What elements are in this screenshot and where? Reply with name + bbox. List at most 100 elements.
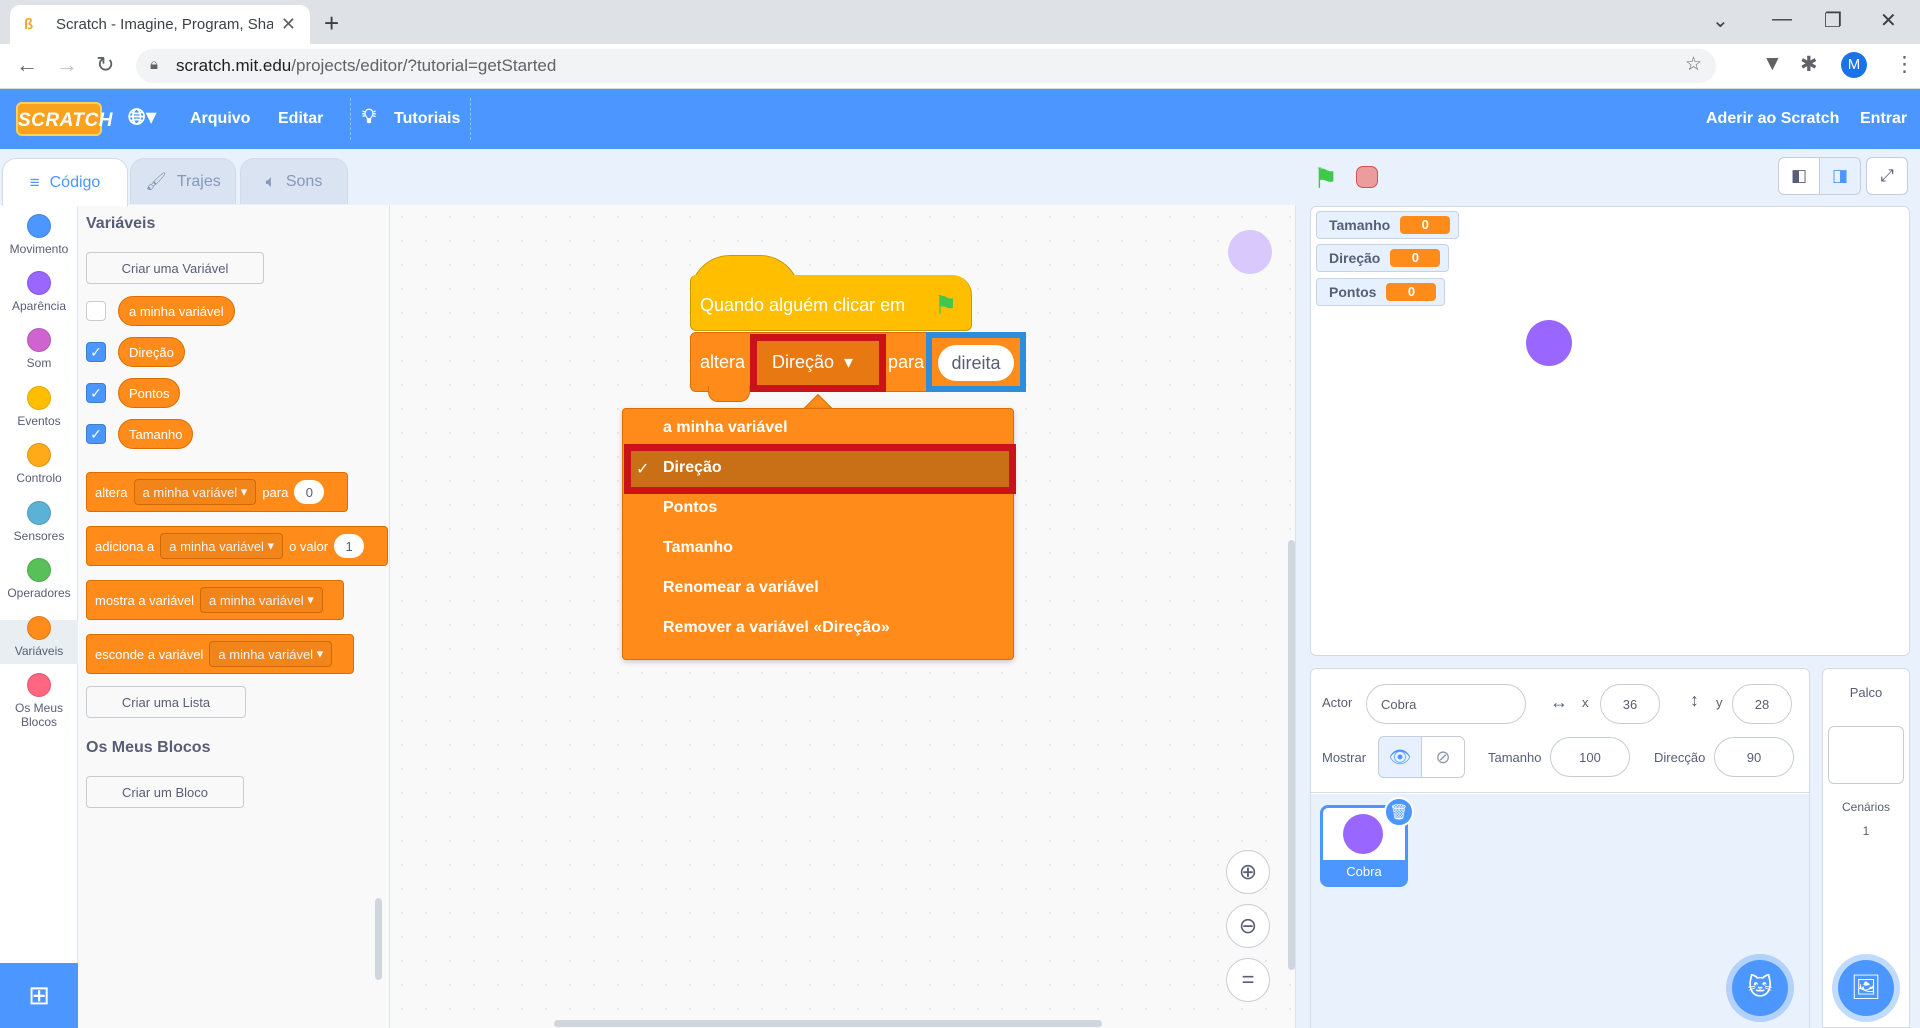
category-looks[interactable]: Aparência: [0, 271, 78, 313]
variable-dropdown[interactable]: a minha variável ▾: [160, 533, 284, 559]
variable-reporter[interactable]: Direção: [118, 337, 185, 367]
variable-dropdown[interactable]: a minha variável ▾: [209, 641, 333, 667]
add-sprite-button[interactable]: 🐱︎: [1732, 960, 1788, 1016]
bookmark-star-icon[interactable]: ☆: [1685, 53, 1702, 76]
zoom-in-icon: ⊕: [1238, 859, 1258, 884]
dropdown-item[interactable]: Tamanho: [663, 539, 733, 557]
category-my-blocks[interactable]: Os Meus Blocos: [0, 673, 78, 729]
variable-checkbox[interactable]: ✓: [86, 383, 106, 403]
menu-edit[interactable]: Editar: [278, 110, 323, 128]
back-icon[interactable]: ←: [16, 52, 38, 78]
stage-sprite[interactable]: [1526, 320, 1572, 366]
show-variable-block[interactable]: mostra a variável a minha variável ▾: [86, 580, 344, 620]
stop-button[interactable]: [1356, 166, 1378, 188]
new-tab-icon[interactable]: +: [324, 8, 339, 39]
workspace-horizontal-scrollbar[interactable]: [554, 1020, 1102, 1027]
dropdown-item[interactable]: Pontos: [663, 499, 717, 517]
scratch-logo[interactable]: SCRATCH: [16, 102, 112, 136]
category-variables[interactable]: Variáveis: [0, 616, 78, 658]
hide-variable-block[interactable]: esconde a variável a minha variável ▾: [86, 634, 354, 674]
hide-sprite-button[interactable]: ⊘: [1421, 736, 1465, 778]
close-window-icon[interactable]: ✕: [1880, 8, 1897, 33]
category-operators[interactable]: Operadores: [0, 558, 78, 600]
tab-code[interactable]: ≡ Código: [2, 158, 128, 206]
stage-thumbnail[interactable]: [1828, 726, 1904, 784]
tab-sounds[interactable]: 🔈︎ Sons: [240, 158, 348, 204]
category-dot: [27, 214, 51, 238]
paintbrush-icon: 🖌︎: [145, 171, 167, 191]
workspace-vertical-scrollbar[interactable]: [1288, 540, 1295, 970]
zoom-out-button[interactable]: ⊖: [1226, 904, 1270, 948]
minimize-icon[interactable]: —: [1772, 8, 1792, 31]
variable-dropdown[interactable]: a minha variável ▾: [133, 479, 257, 505]
close-tab-icon[interactable]: ✕: [281, 14, 296, 35]
value-input[interactable]: direita: [938, 345, 1014, 381]
menu-file[interactable]: Arquivo: [190, 110, 250, 128]
tutorials-bulb-icon[interactable]: 💡︎: [362, 106, 376, 129]
variable-checkbox[interactable]: [86, 301, 106, 321]
tab-costumes[interactable]: 🖌︎ Trajes: [130, 158, 236, 204]
make-variable-button[interactable]: Criar uma Variável: [86, 252, 264, 284]
browser-menu-icon[interactable]: ⋮: [1894, 52, 1915, 77]
variable-reporter[interactable]: Pontos: [118, 378, 181, 408]
y-arrows-icon: ↕: [1690, 690, 1699, 710]
sign-in-link[interactable]: Entrar: [1860, 110, 1907, 128]
show-sprite-button[interactable]: 👁︎: [1378, 736, 1422, 778]
stage[interactable]: [1310, 206, 1910, 656]
language-globe-icon[interactable]: 🌐︎▾: [128, 104, 157, 130]
dropdown-item-delete[interactable]: Remover a variável «Direção»: [663, 619, 890, 637]
variable-checkbox[interactable]: ✓: [86, 424, 106, 444]
variable-checkbox[interactable]: ✓: [86, 342, 106, 362]
menu-tutorials[interactable]: Tutoriais: [394, 110, 460, 128]
variable-monitor[interactable]: Tamanho 0: [1316, 211, 1460, 239]
large-stage-button[interactable]: ◨: [1819, 157, 1861, 195]
small-stage-button[interactable]: ◧: [1778, 157, 1820, 195]
address-bar[interactable]: 🔒︎ scratch.mit.edu/projects/editor/?tuto…: [136, 49, 1716, 83]
reload-icon[interactable]: ↻: [96, 52, 114, 78]
y-input[interactable]: 28: [1732, 684, 1792, 724]
forward-icon[interactable]: →: [56, 52, 78, 78]
category-dot: [27, 501, 51, 525]
dropdown-item-selected[interactable]: Direção: [663, 459, 722, 477]
variable-monitor[interactable]: Pontos 0: [1316, 278, 1446, 306]
browser-tab[interactable]: ß Scratch - Imagine, Program, Share ✕: [10, 5, 310, 44]
make-list-button[interactable]: Criar uma Lista: [86, 686, 246, 718]
fullscreen-button[interactable]: ⤢: [1866, 157, 1908, 195]
change-variable-block[interactable]: adiciona a a minha variável ▾ o valor 1: [86, 526, 388, 566]
variable-reporter[interactable]: Tamanho: [118, 419, 194, 449]
category-control[interactable]: Controlo: [0, 443, 78, 485]
variable-reporter[interactable]: a minha variável: [118, 296, 235, 326]
size-input[interactable]: 100: [1550, 737, 1630, 777]
dropdown-item[interactable]: a minha variável: [663, 419, 788, 437]
actor-name-input[interactable]: Cobra: [1366, 684, 1526, 724]
delete-sprite-button[interactable]: 🗑︎: [1384, 797, 1414, 827]
category-sensing[interactable]: Sensores: [0, 501, 78, 543]
extensions-puzzle-icon[interactable]: ✱: [1800, 52, 1818, 77]
set-variable-block[interactable]: altera a minha variável ▾ para 0: [86, 472, 348, 512]
value-input[interactable]: 1: [334, 534, 365, 558]
extension-icon[interactable]: ▼: [1762, 52, 1783, 76]
dropdown-item-rename[interactable]: Renomear a variável: [663, 579, 819, 597]
variable-monitor[interactable]: Direção 0: [1316, 244, 1450, 272]
value-input[interactable]: 0: [294, 480, 325, 504]
zoom-in-button[interactable]: ⊕: [1226, 850, 1270, 894]
small-stage-icon: ◧: [1790, 166, 1808, 185]
make-block-button[interactable]: Criar um Bloco: [86, 776, 244, 808]
category-events[interactable]: Eventos: [0, 386, 78, 428]
direction-label: Direcção: [1654, 750, 1706, 765]
direction-input[interactable]: 90: [1714, 737, 1794, 777]
variable-dropdown[interactable]: a minha variável ▾: [199, 587, 323, 613]
green-flag-button[interactable]: ⚑: [1313, 162, 1338, 195]
palette-scrollbar[interactable]: [375, 898, 382, 980]
x-input[interactable]: 36: [1600, 684, 1660, 724]
profile-avatar[interactable]: M: [1841, 52, 1867, 78]
category-sound[interactable]: Som: [0, 328, 78, 370]
green-flag-icon: ⚑: [1313, 163, 1339, 194]
join-scratch-link[interactable]: Aderir ao Scratch: [1706, 110, 1839, 128]
zoom-reset-button[interactable]: =: [1226, 958, 1270, 1002]
add-extension-button[interactable]: ⊞: [0, 963, 78, 1028]
category-motion[interactable]: Movimento: [0, 214, 78, 256]
restore-icon[interactable]: ❐: [1824, 8, 1842, 33]
add-backdrop-button[interactable]: 🖼︎: [1838, 960, 1894, 1016]
tab-search-icon[interactable]: ⌄: [1712, 8, 1729, 33]
